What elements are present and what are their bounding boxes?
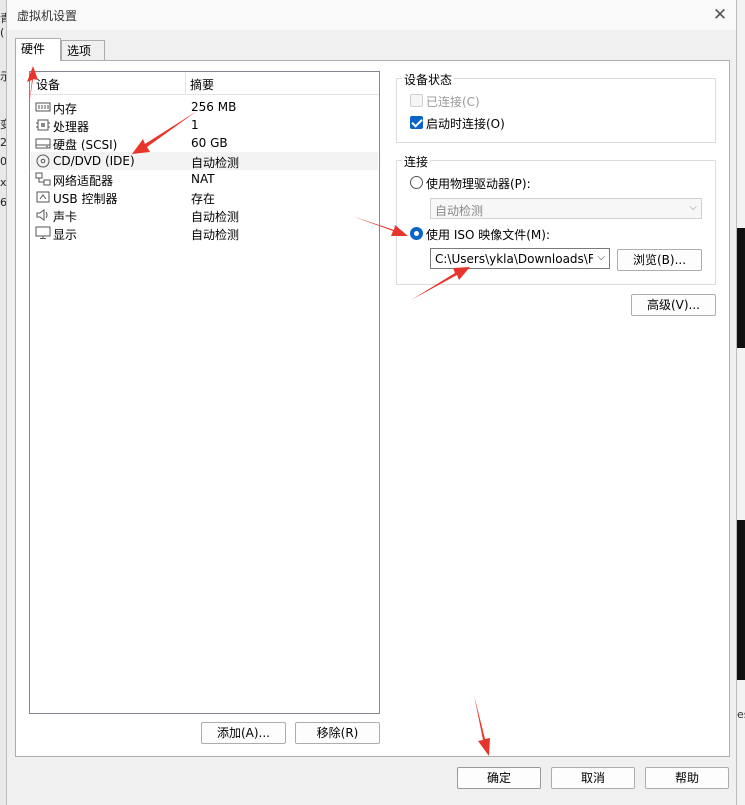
column-header-device[interactable]: 设备 [36,76,60,93]
ok-button[interactable]: 确定 [457,767,541,789]
hard-disk-icon [35,138,51,149]
device-name: 声卡 [53,210,78,224]
physical-drive-radio[interactable] [410,176,423,189]
display-icon [35,226,51,239]
iso-path-value: C:\Users\ykla\Downloads\Fre [435,252,593,266]
device-summary: 存在 [191,192,216,206]
device-summary: NAT [191,172,215,186]
device-name: 网络适配器 [53,174,114,188]
window-title: 虚拟机设置 [17,9,78,23]
connected-label: 已连接(C) [426,95,480,109]
device-summary: 1 [191,118,199,132]
device-status-title: 设备状态 [402,71,455,88]
tab-options[interactable]: 选项 [61,40,105,60]
device-name: 硬盘 (SCSI) [53,138,118,152]
background-panel [737,228,745,348]
background-panel [737,520,745,680]
background-window-right: es [737,0,745,805]
title-bar: 虚拟机设置 ✕ [7,0,736,30]
column-divider[interactable] [185,72,186,94]
chevron-down-icon: ⌵ [689,202,697,213]
cancel-button[interactable]: 取消 [551,767,635,789]
device-row-usb-controller[interactable]: USB 控制器 存在 [31,188,378,206]
tab-hardware[interactable]: 硬件 [15,38,61,61]
device-row-processor[interactable]: 处理器 1 [31,116,378,134]
device-summary: 256 MB [191,100,237,114]
device-name: 内存 [53,102,78,116]
physical-drive-label[interactable]: 使用物理驱动器(P): [426,175,531,192]
connected-checkbox[interactable] [410,94,423,107]
processor-icon [36,119,50,131]
device-name: 显示 [53,228,78,242]
device-row-sound-card[interactable]: 声卡 自动检测 [31,206,378,224]
usb-controller-icon [36,191,50,203]
device-name: CD/DVD (IDE) [53,154,135,168]
device-row-hard-disk[interactable]: 硬盘 (SCSI) 60 GB [31,134,378,152]
device-row-memory[interactable]: 内存 256 MB [31,98,378,116]
iso-image-label[interactable]: 使用 ISO 映像文件(M): [426,226,550,243]
iso-image-radio[interactable] [410,227,423,240]
device-row-cd-dvd[interactable]: CD/DVD (IDE) 自动检测 [31,152,378,170]
device-row-display[interactable]: 显示 自动检测 [31,224,378,242]
cd-dvd-icon [36,154,50,168]
connect-at-power-on-checkbox[interactable] [410,116,423,129]
list-header: 设备 摘要 [30,72,379,95]
connection-title: 连接 [402,153,431,170]
device-row-network-adapter[interactable]: 网络适配器 NAT [31,170,378,188]
remove-button[interactable]: 移除(R) [295,722,380,744]
device-list[interactable]: 设备 摘要 内存 256 MB 处理器 1 硬盘 (SCSI) 60 GB CD… [29,71,380,714]
connect-at-power-on-label[interactable]: 启动时连接(O) [426,115,505,132]
advanced-button[interactable]: 高级(V)... [631,294,716,316]
device-name: USB 控制器 [53,192,118,206]
memory-icon [35,102,51,112]
device-name: 处理器 [53,120,90,134]
device-summary: 60 GB [191,136,228,150]
sound-card-icon [36,209,48,221]
add-button[interactable]: 添加(A)... [201,722,286,744]
device-summary: 自动检测 [191,228,240,242]
tab-label: 硬件 [21,42,46,56]
iso-path-select[interactable]: C:\Users\ykla\Downloads\Fre ⌵ [430,248,610,269]
vm-settings-dialog: 虚拟机设置 ✕ 硬件 选项 设备 摘要 内存 256 MB 处理器 1 硬盘 (… [6,0,737,805]
tab-label: 选项 [67,44,92,58]
physical-drive-value: 自动检测 [435,204,484,218]
chevron-down-icon: ⌵ [597,252,605,263]
browse-button[interactable]: 浏览(B)... [617,249,702,271]
help-button[interactable]: 帮助 [645,767,729,789]
network-adapter-icon [35,172,51,186]
device-summary: 自动检测 [191,156,240,170]
background-text: es [737,708,745,721]
close-icon[interactable]: ✕ [710,5,730,25]
column-header-summary[interactable]: 摘要 [190,76,214,93]
device-summary: 自动检测 [191,210,240,224]
physical-drive-select[interactable]: 自动检测 ⌵ [430,198,702,219]
